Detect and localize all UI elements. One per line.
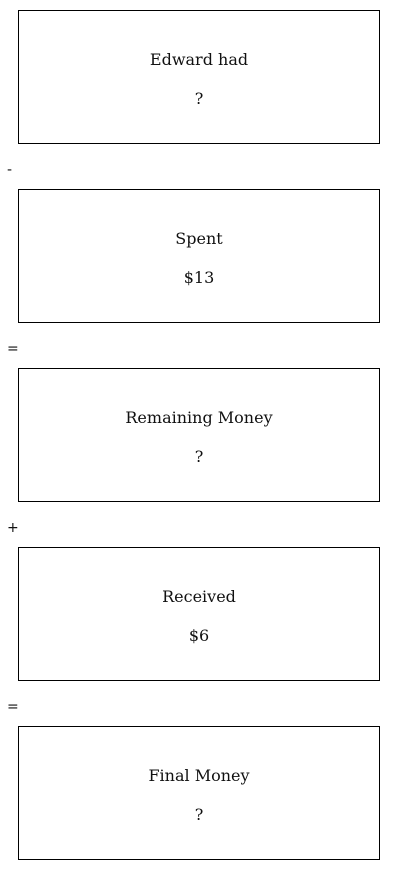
box-label: Final Money [148,766,250,785]
minus-operator: - [7,162,13,178]
box-value: ? [194,805,204,824]
equals-operator: = [7,341,19,357]
box-value: $6 [188,626,210,645]
box-remaining-money: Remaining Money ? [18,368,380,502]
box-label: Edward had [149,50,249,69]
box-label: Remaining Money [125,408,273,427]
box-value: ? [194,447,204,466]
box-label: Received [162,587,236,606]
plus-operator: + [7,520,19,536]
box-value: ? [194,89,204,108]
equals-operator: = [7,699,19,715]
box-spent: Spent $13 [18,189,380,323]
box-edward-had: Edward had ? [18,10,380,144]
box-received: Received $6 [18,547,380,681]
box-final-money: Final Money ? [18,726,380,860]
box-value: $13 [183,268,215,287]
box-label: Spent [175,229,223,248]
